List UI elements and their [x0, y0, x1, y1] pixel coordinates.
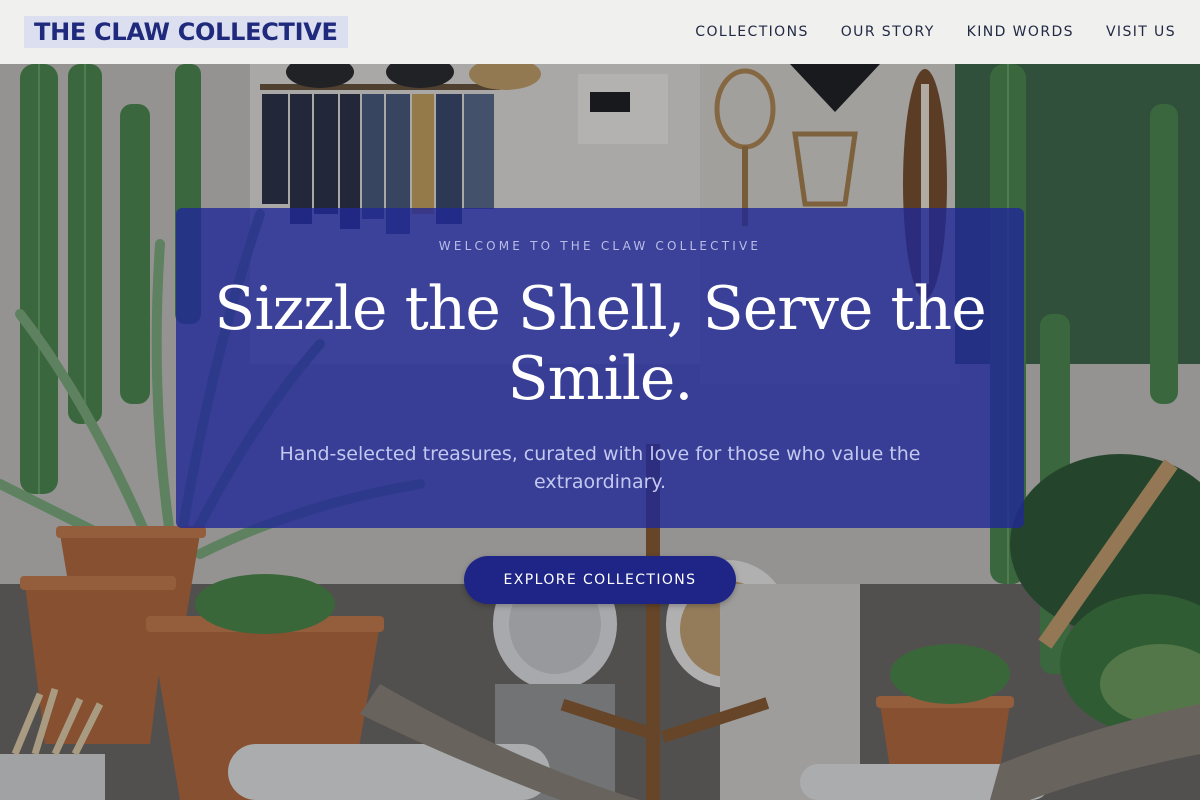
- explore-collections-button[interactable]: EXPLORE COLLECTIONS: [464, 556, 736, 604]
- hero-subhead: Hand-selected treasures, curated with lo…: [279, 443, 921, 493]
- site-header: THE CLAW COLLECTIVE COLLECTIONS OUR STOR…: [0, 0, 1200, 64]
- landing-page: THE CLAW COLLECTIVE COLLECTIONS OUR STOR…: [0, 0, 1200, 800]
- nav-link-kind-words[interactable]: KIND WORDS: [967, 24, 1074, 40]
- hero-eyebrow: WELCOME TO THE CLAW COLLECTIVE: [438, 239, 762, 253]
- nav-link-collections[interactable]: COLLECTIONS: [695, 24, 808, 40]
- main-nav: COLLECTIONS OUR STORY KIND WORDS VISIT U…: [695, 0, 1176, 64]
- nav-link-our-story[interactable]: OUR STORY: [841, 24, 935, 40]
- nav-link-visit-us[interactable]: VISIT US: [1106, 24, 1176, 40]
- brand-logo[interactable]: THE CLAW COLLECTIVE: [24, 16, 348, 48]
- hero-card: WELCOME TO THE CLAW COLLECTIVE Sizzle th…: [176, 208, 1024, 528]
- hero-headline: Sizzle the Shell, Serve the Smile.: [214, 274, 986, 414]
